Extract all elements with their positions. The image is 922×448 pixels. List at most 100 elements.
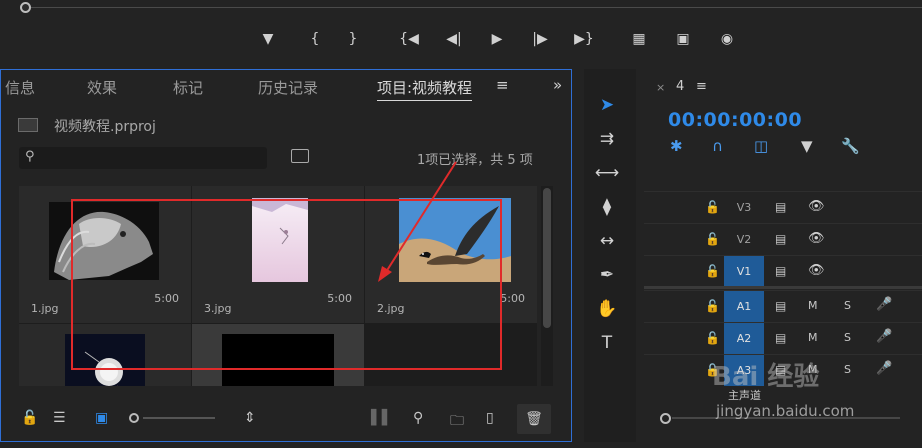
wrench-icon[interactable]: 🔧	[841, 137, 860, 155]
sync-lock-icon[interactable]: ▤	[775, 299, 786, 313]
lock-icon[interactable]: 🔓	[705, 232, 720, 246]
eye-icon[interactable]: 👁	[808, 199, 825, 214]
new-item-icon[interactable]: ▯	[486, 410, 494, 426]
annotation-rectangle	[71, 199, 502, 370]
project-bin-icon	[18, 118, 38, 132]
solo-button[interactable]: S	[844, 363, 851, 376]
duration-label: 5:00	[500, 292, 525, 305]
grid-scrollbar[interactable]	[541, 186, 553, 386]
chevron-double-right-icon[interactable]: »	[553, 76, 562, 94]
mute-button[interactable]: M	[808, 331, 818, 344]
zoom-knob[interactable]	[660, 413, 671, 424]
scrollbar-thumb[interactable]	[543, 188, 551, 328]
sync-lock-icon[interactable]: ▤	[775, 232, 786, 246]
overwrite-icon[interactable]: ▣	[670, 28, 696, 50]
icon-view-icon[interactable]: ▣	[95, 410, 108, 426]
hamburger-menu-icon[interactable]: ≡	[496, 76, 509, 94]
playhead-knob[interactable]	[20, 2, 31, 13]
selection-tool-icon[interactable]: ➤	[592, 91, 622, 119]
nest-sequence-icon[interactable]: ✱	[670, 137, 683, 155]
lock-icon[interactable]: 🔓	[705, 264, 720, 278]
lock-icon[interactable]: 🔓	[705, 363, 720, 377]
snap-icon[interactable]: ∩	[712, 137, 723, 155]
add-marker-icon[interactable]: ▼	[801, 137, 813, 155]
go-to-in-icon[interactable]: {◀	[398, 28, 420, 50]
export-frame-icon[interactable]: ◉	[716, 28, 738, 50]
tab-effects[interactable]: 效果	[87, 77, 117, 98]
find-bin-icon[interactable]	[291, 149, 309, 163]
track-select-tool-icon[interactable]: ⇉	[592, 125, 622, 153]
pen-tool-icon[interactable]: ✒	[592, 261, 622, 289]
trash-icon[interactable]: 🗑	[517, 404, 551, 434]
play-icon[interactable]: ▶	[488, 28, 506, 50]
lock-icon[interactable]: 🔓	[705, 331, 720, 345]
sort-icon[interactable]: ⇕	[244, 410, 256, 426]
panel-tabs: 信息 效果 标记 历史记录 项目:视频教程 ≡ »	[1, 70, 571, 106]
track-a1[interactable]: 🔓 A1 ▤ M S 🎤	[644, 290, 922, 322]
ripple-edit-tool-icon[interactable]: ⟷	[592, 159, 622, 187]
insert-icon[interactable]: ▦	[626, 28, 652, 50]
track-v1[interactable]: 🔓 V1 ▤ 👁	[644, 255, 922, 287]
microphone-icon[interactable]: 🎤	[876, 297, 892, 312]
go-to-out-icon[interactable]: ▶}	[572, 28, 596, 50]
timeline-zoom-scrollbar[interactable]	[660, 412, 900, 424]
eye-icon[interactable]: 👁	[808, 231, 825, 246]
linked-selection-icon[interactable]: ◫	[754, 137, 768, 155]
hand-tool-icon[interactable]: ✋	[592, 295, 622, 323]
mute-button[interactable]: M	[808, 299, 818, 312]
search-icon: ⚲	[25, 149, 35, 164]
tab-markers[interactable]: 标记	[173, 77, 203, 98]
sequence-tab[interactable]: 4	[676, 79, 684, 94]
step-forward-icon[interactable]: |▶	[530, 28, 550, 50]
track-a3[interactable]: 🔓 A3 ▤ M S 🎤	[644, 354, 922, 386]
slip-tool-icon[interactable]: ↔	[592, 227, 622, 255]
track-a2[interactable]: 🔓 A2 ▤ M S 🎤	[644, 322, 922, 354]
zoom-track[interactable]	[672, 417, 900, 419]
new-bin-icon[interactable]: 🗀	[450, 410, 464, 434]
timeline-panel: × 4 ≡ 00:00:00:00 ✱ ∩ ◫ ▼ 🔧 🔓 V3 ▤ 👁 🔓 V…	[644, 69, 922, 442]
lock-icon[interactable]: 🔓	[705, 200, 720, 214]
playhead-track[interactable]	[24, 7, 922, 8]
mark-in-icon[interactable]: {	[308, 28, 322, 50]
type-tool-icon[interactable]: T	[592, 329, 622, 357]
solo-button[interactable]: S	[844, 299, 851, 312]
mark-out-icon[interactable]: }	[346, 28, 360, 50]
sync-lock-icon[interactable]: ▤	[775, 200, 786, 214]
microphone-icon[interactable]: 🎤	[876, 361, 892, 376]
sync-lock-icon[interactable]: ▤	[775, 264, 786, 278]
step-back-icon[interactable]: ◀|	[444, 28, 464, 50]
find-icon[interactable]: ⚲	[413, 410, 423, 426]
microphone-icon[interactable]: 🎤	[876, 329, 892, 344]
tab-project[interactable]: 项目:视频教程	[377, 77, 473, 101]
track-label[interactable]: V2	[724, 224, 764, 255]
track-v2[interactable]: 🔓 V2 ▤ 👁	[644, 223, 922, 255]
selection-status: 1项已选择，共 5 项	[417, 153, 533, 168]
track-label[interactable]: V1	[724, 256, 764, 287]
track-label[interactable]: V3	[724, 192, 764, 223]
track-label[interactable]: A3	[724, 355, 764, 386]
track-label[interactable]: A1	[724, 291, 764, 322]
razor-tool-icon[interactable]: ⧫	[592, 193, 622, 221]
tab-history[interactable]: 历史记录	[258, 77, 318, 98]
automate-icon[interactable]: ▌▌	[371, 410, 393, 426]
timecode-display[interactable]: 00:00:00:00	[668, 109, 802, 131]
zoom-slider[interactable]	[129, 410, 216, 426]
lock-icon[interactable]: 🔓	[705, 299, 720, 313]
add-marker-icon[interactable]: ▼	[260, 28, 276, 50]
tab-info[interactable]: 信息	[5, 77, 35, 98]
list-view-icon[interactable]: ☰	[53, 410, 66, 426]
tools-panel: ➤ ⇉ ⟷ ⧫ ↔ ✒ ✋ T	[584, 69, 636, 442]
lock-icon[interactable]: 🔓	[21, 410, 38, 426]
solo-button[interactable]: S	[844, 331, 851, 344]
search-input[interactable]: ⚲	[19, 147, 267, 169]
track-divider[interactable]	[644, 286, 922, 289]
track-v3[interactable]: 🔓 V3 ▤ 👁	[644, 191, 922, 223]
mute-button[interactable]: M	[808, 363, 818, 376]
track-label[interactable]: A2	[724, 323, 764, 354]
file-name: 1.jpg	[31, 302, 59, 315]
eye-icon[interactable]: 👁	[808, 263, 825, 278]
close-icon[interactable]: ×	[656, 81, 665, 94]
sync-lock-icon[interactable]: ▤	[775, 331, 786, 345]
sync-lock-icon[interactable]: ▤	[775, 363, 786, 377]
hamburger-menu-icon[interactable]: ≡	[696, 79, 707, 94]
